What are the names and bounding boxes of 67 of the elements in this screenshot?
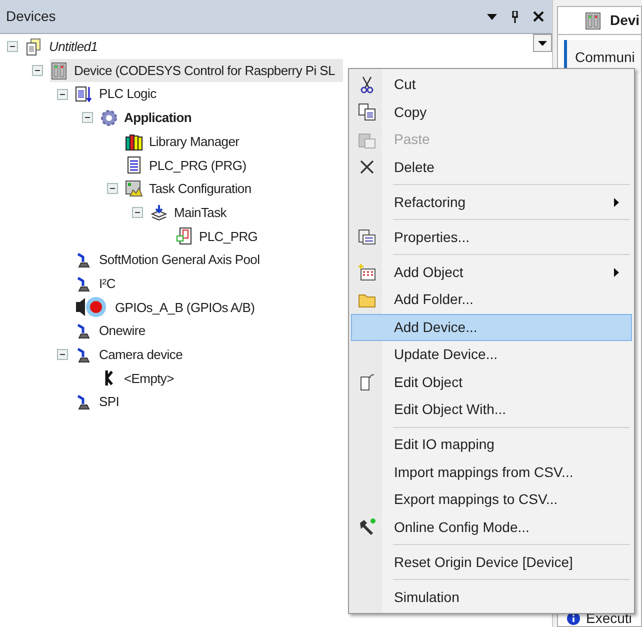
- menu-item[interactable]: Add Folder...: [351, 286, 632, 314]
- document-icon: [125, 156, 143, 174]
- books-icon: [125, 132, 143, 151]
- delete-icon: [358, 158, 376, 176]
- gear-icon: [100, 108, 118, 127]
- tree-item[interactable]: MainTask: [150, 200, 235, 224]
- connector-icon: [105, 370, 113, 386]
- menu-item[interactable]: Edit Object: [351, 368, 632, 396]
- collapse-icon[interactable]: [107, 183, 118, 194]
- menu-item[interactable]: Cut: [351, 71, 632, 98]
- tree-item[interactable]: Library Manager: [125, 130, 248, 154]
- menu-item[interactable]: Properties...: [351, 224, 632, 251]
- tree-item[interactable]: SoftMotion General Axis Pool: [75, 248, 268, 272]
- document-icon: [358, 373, 376, 392]
- tree-item[interactable]: SPI: [75, 390, 128, 414]
- logic-document-icon: [75, 85, 93, 104]
- collapse-icon[interactable]: [82, 112, 93, 124]
- tree-item[interactable]: PLC_PRG: [175, 224, 266, 248]
- editor-tab[interactable]: Devi: [557, 6, 642, 34]
- panel-title: Devices: [6, 7, 57, 26]
- gpio-status-icon: [75, 296, 109, 318]
- paste-icon: [358, 130, 376, 149]
- menu-item[interactable]: Simulation: [351, 584, 632, 611]
- menu-item[interactable]: Edit IO mapping: [351, 431, 632, 458]
- menu-item[interactable]: Add Device...: [351, 314, 632, 341]
- menu-item[interactable]: Reset Origin Device [Device]: [351, 548, 632, 576]
- device-cabinet-icon: [584, 12, 602, 30]
- status-text: Executi: [586, 610, 632, 626]
- tree-item[interactable]: Task Configuration: [125, 177, 260, 201]
- document-icon: [25, 38, 43, 56]
- stacked-layers-icon: [150, 204, 168, 222]
- tree-item[interactable]: PLC Logic: [75, 82, 164, 106]
- menu-item[interactable]: Online Config Mode...: [351, 514, 632, 541]
- collapse-icon[interactable]: [57, 349, 68, 360]
- scroll-menu-button[interactable]: [533, 34, 552, 52]
- menu-item[interactable]: Import mappings from CSV...: [351, 458, 632, 486]
- add-object-icon: [358, 263, 376, 282]
- tree-item[interactable]: Untitled1: [25, 35, 106, 59]
- cut-icon: [358, 76, 376, 94]
- menu-item[interactable]: Copy: [351, 98, 632, 126]
- caret-icon: [538, 40, 547, 46]
- tree-item[interactable]: <Empty>: [100, 366, 182, 390]
- collapse-icon[interactable]: [32, 65, 43, 76]
- dropdown-icon[interactable]: [487, 14, 497, 20]
- collapse-icon[interactable]: [132, 207, 143, 218]
- function-block-icon: [175, 227, 193, 246]
- menu-item[interactable]: Add Object: [351, 258, 632, 286]
- menu-item[interactable]: Delete: [351, 154, 632, 181]
- task-configuration-icon: [125, 180, 143, 198]
- pin-icon[interactable]: [511, 10, 519, 22]
- menu-item[interactable]: Refactoring: [351, 188, 632, 216]
- device-cabinet-icon: [50, 62, 68, 80]
- tree-item[interactable]: PLC_PRG (PRG): [125, 153, 254, 178]
- close-icon[interactable]: [533, 11, 544, 22]
- tree-item[interactable]: Application: [100, 106, 200, 130]
- tree-item[interactable]: Onewire: [75, 319, 154, 343]
- menu-item[interactable]: Update Device...: [351, 341, 632, 368]
- tree-item[interactable]: I²C: [75, 272, 124, 296]
- collapse-icon[interactable]: [57, 88, 68, 100]
- tree-item[interactable]: GPIOs_A_B (GPIOs A/B): [75, 296, 263, 320]
- tree-item[interactable]: Device (CODESYS Control for Raspberry Pi SL: [50, 58, 343, 82]
- menu-item[interactable]: Export mappings to CSV...: [351, 486, 632, 514]
- collapse-icon[interactable]: [7, 41, 18, 52]
- properties-icon: [358, 228, 376, 246]
- menu-item[interactable]: Edit Object With...: [351, 396, 632, 424]
- tree-item[interactable]: Camera device: [75, 342, 191, 367]
- copy-icon: [358, 103, 376, 122]
